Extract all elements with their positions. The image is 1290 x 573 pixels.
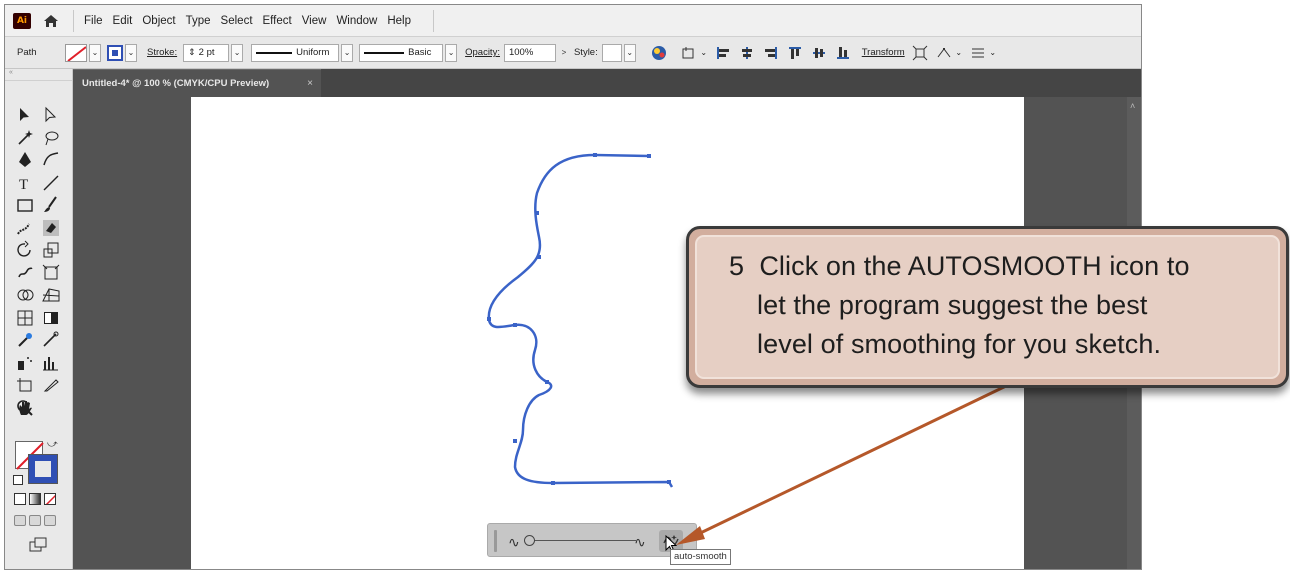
instruction-callout: 5 Click on the AUTOSMOOTH icon to let th… (686, 226, 1289, 388)
callout-text-3: level of smoothing for you sketch. (757, 329, 1162, 359)
callout-step-number: 5 (729, 251, 745, 281)
callout-body: 5 Click on the AUTOSMOOTH icon to let th… (695, 235, 1280, 379)
callout-text-1: Click on the AUTOSMOOTH icon to (759, 251, 1190, 281)
callout-text-2: let the program suggest the best (757, 290, 1148, 320)
callout-line-1: 5 Click on the AUTOSMOOTH icon to (729, 251, 1190, 282)
arrow-head (676, 526, 705, 545)
